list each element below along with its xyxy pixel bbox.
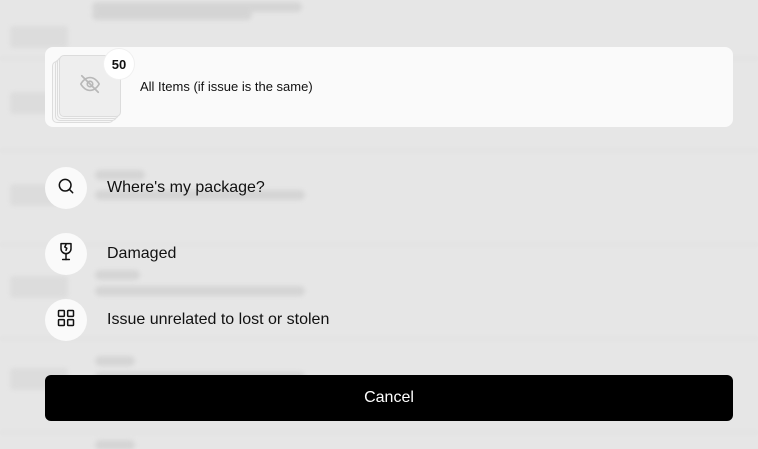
option-damaged[interactable]: Damaged — [45, 233, 176, 275]
option-label: Issue unrelated to lost or stolen — [107, 311, 330, 328]
cancel-button[interactable]: Cancel — [45, 375, 733, 421]
issue-selection-modal: 50 All Items (if issue is the same) Wher… — [0, 0, 758, 449]
item-count-badge: 50 — [104, 49, 134, 79]
option-icon-circle — [45, 167, 87, 209]
option-label: Damaged — [107, 245, 177, 262]
broken-glass-icon — [56, 242, 76, 267]
option-icon-circle — [45, 233, 87, 275]
search-icon — [56, 176, 76, 201]
item-thumbnail-stack: 50 — [52, 49, 134, 123]
all-items-card[interactable]: 50 All Items (if issue is the same) — [45, 47, 733, 127]
eye-off-icon — [79, 73, 101, 100]
option-icon-circle — [45, 299, 87, 341]
option-label: Where's my package? — [107, 179, 265, 196]
all-items-label: All Items (if issue is the same) — [140, 79, 313, 94]
grid-icon — [56, 308, 76, 333]
option-unrelated-issue[interactable]: Issue unrelated to lost or stolen — [45, 299, 329, 341]
option-wheres-my-package[interactable]: Where's my package? — [45, 167, 265, 209]
